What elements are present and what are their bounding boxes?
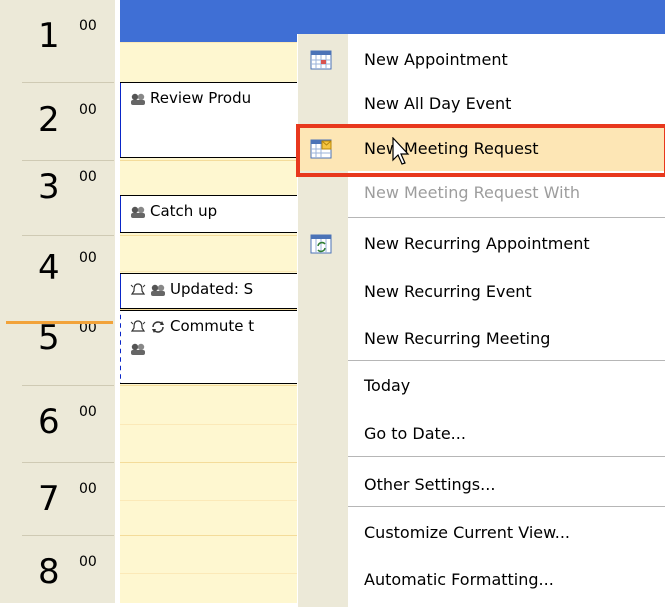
menu-item-new-appointment[interactable]: New Appointment bbox=[298, 38, 665, 82]
appointment-title: Review Produ bbox=[150, 89, 252, 107]
hour-number: 1 bbox=[38, 16, 60, 56]
hour-number: 5 bbox=[38, 318, 60, 358]
menu-item-new-recurring-meeting[interactable]: New Recurring Meeting bbox=[298, 317, 665, 361]
menu-item-new-all-day-event[interactable]: New All Day Event bbox=[298, 82, 665, 126]
menu-item-label: Today bbox=[364, 376, 411, 395]
hour-label: 1 00 bbox=[0, 4, 115, 55]
appointment-commute[interactable]: Commute t bbox=[120, 310, 320, 384]
reminder-bell-icon bbox=[130, 319, 146, 332]
appointment-title: Catch up bbox=[150, 202, 218, 220]
reminder-bell-icon bbox=[130, 282, 146, 295]
menu-item-label: Customize Current View... bbox=[364, 523, 571, 542]
hour-divider bbox=[22, 462, 114, 463]
appointment-extra-icons bbox=[130, 341, 150, 356]
hour-minutes: 00 bbox=[79, 169, 97, 185]
meeting-icon bbox=[151, 284, 165, 296]
hour-number: 8 bbox=[38, 552, 60, 592]
menu-item-label: New Appointment bbox=[364, 50, 508, 69]
hour-label: 6 00 bbox=[0, 390, 115, 441]
meeting-icon bbox=[131, 343, 145, 355]
calendar-grid-icon bbox=[310, 50, 332, 70]
recurrence-icon bbox=[152, 320, 164, 333]
appointment-label: Catch up bbox=[130, 202, 217, 220]
menu-item-go-to-date[interactable]: Go to Date... bbox=[298, 412, 665, 456]
menu-item-customize-current-view[interactable]: Customize Current View... bbox=[298, 511, 665, 555]
hour-divider bbox=[22, 385, 114, 386]
menu-item-label: New All Day Event bbox=[364, 94, 512, 113]
current-hour-label: 5 00 bbox=[0, 306, 115, 357]
busy-status-bar bbox=[120, 274, 121, 308]
menu-item-label: Go to Date... bbox=[364, 424, 466, 443]
hour-label: 4 00 bbox=[0, 236, 115, 287]
menu-separator bbox=[348, 506, 665, 507]
hour-minutes: 00 bbox=[79, 18, 97, 34]
menu-item-new-recurring-appointment[interactable]: New Recurring Appointment bbox=[298, 222, 665, 266]
hour-number: 3 bbox=[38, 167, 60, 207]
appointment-review[interactable]: Review Produ bbox=[120, 82, 320, 158]
hour-label: 8 00 bbox=[0, 540, 115, 591]
appointment-label: Updated: S bbox=[130, 280, 253, 298]
hour-number: 6 bbox=[38, 402, 60, 442]
appointment-updated[interactable]: Updated: S bbox=[120, 273, 320, 309]
menu-item-label: New Recurring Appointment bbox=[364, 234, 590, 253]
busy-status-bar bbox=[120, 196, 121, 232]
context-menu: New Appointment New All Day Event New Me… bbox=[298, 34, 665, 607]
menu-item-label: New Recurring Event bbox=[364, 282, 532, 301]
menu-separator bbox=[348, 217, 665, 218]
appointment-label: Commute t bbox=[130, 317, 254, 335]
mouse-cursor-icon bbox=[392, 137, 410, 165]
appointment-title: Commute t bbox=[170, 317, 255, 335]
hour-number: 7 bbox=[38, 479, 60, 519]
busy-status-bar bbox=[120, 83, 121, 157]
appointment-label: Review Produ bbox=[130, 89, 251, 107]
hour-minutes: 00 bbox=[79, 404, 97, 420]
hour-minutes: 00 bbox=[79, 250, 97, 266]
tentative-status-bar bbox=[120, 311, 121, 383]
highlight-annotation-box bbox=[296, 124, 665, 177]
menu-item-new-meeting-request-with: New Meeting Request With bbox=[298, 171, 665, 215]
hour-label: 2 00 bbox=[0, 88, 115, 139]
hour-label: 7 00 bbox=[0, 467, 115, 518]
hour-divider bbox=[22, 535, 114, 536]
menu-separator bbox=[348, 456, 665, 457]
recurring-meeting-icon bbox=[131, 93, 145, 105]
menu-item-label: Automatic Formatting... bbox=[364, 570, 554, 589]
menu-item-label: New Recurring Meeting bbox=[364, 329, 551, 348]
menu-item-automatic-formatting[interactable]: Automatic Formatting... bbox=[298, 558, 665, 602]
hour-minutes: 00 bbox=[79, 102, 97, 118]
menu-item-other-settings[interactable]: Other Settings... bbox=[298, 463, 665, 507]
recurring-calendar-icon bbox=[310, 234, 332, 254]
hour-divider bbox=[22, 82, 114, 83]
menu-item-today[interactable]: Today bbox=[298, 364, 665, 408]
menu-item-new-recurring-event[interactable]: New Recurring Event bbox=[298, 270, 665, 314]
appointment-catch-up[interactable]: Catch up bbox=[120, 195, 320, 233]
appointment-title: Updated: S bbox=[170, 280, 254, 298]
hour-minutes: 00 bbox=[79, 481, 97, 497]
hour-number: 4 bbox=[38, 248, 60, 288]
menu-item-label: New Meeting Request With bbox=[364, 183, 580, 202]
time-ruler: 1 00 2 00 3 00 4 00 5 00 6 00 7 00 8 00 bbox=[0, 0, 115, 603]
menu-item-label: Other Settings... bbox=[364, 475, 496, 494]
hour-minutes: 00 bbox=[79, 554, 97, 570]
menu-separator bbox=[348, 360, 665, 361]
hour-label: 3 00 bbox=[0, 155, 115, 206]
current-time-marker bbox=[6, 321, 113, 324]
hour-number: 2 bbox=[38, 100, 60, 140]
meeting-icon bbox=[131, 206, 145, 218]
